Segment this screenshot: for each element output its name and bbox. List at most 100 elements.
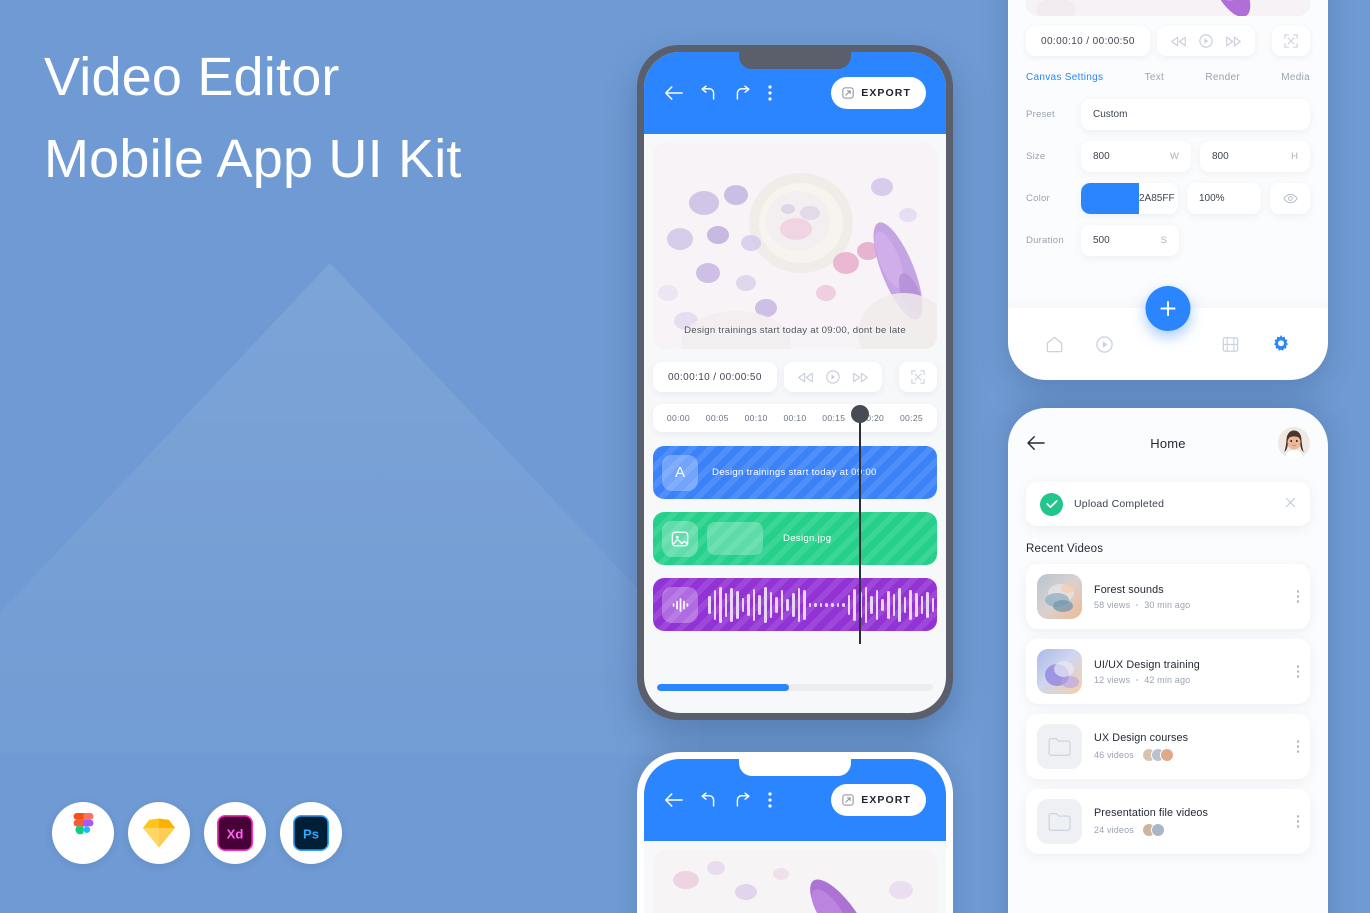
list-item[interactable]: Presentation file videos 24 videos — [1026, 789, 1310, 854]
redo-button[interactable] — [734, 85, 751, 101]
adobe-xd-icon: Xd — [217, 815, 253, 851]
canvas-fast-forward-button[interactable] — [1225, 36, 1242, 47]
color-field[interactable]: 2A85FF — [1081, 183, 1178, 214]
ruler-tick: 00:10 — [744, 413, 768, 423]
fullscreen-button[interactable] — [899, 362, 937, 392]
canvas-time-display: 00:00:10 / 00:00:50 — [1026, 26, 1150, 56]
width-unit: W — [1170, 151, 1179, 162]
item-menu-button[interactable] — [1296, 815, 1299, 828]
canvas-preview-thumbnail — [1026, 0, 1310, 16]
nav-settings-button[interactable] — [1271, 334, 1291, 354]
undo-icon — [701, 85, 715, 100]
home-back-button[interactable] — [1026, 435, 1046, 451]
toast-close-button[interactable] — [1285, 495, 1296, 513]
add-button[interactable] — [1145, 286, 1191, 331]
tab-render[interactable]: Render — [1205, 72, 1240, 83]
more-options-button-secondary[interactable] — [768, 792, 772, 808]
undo-icon — [701, 792, 715, 807]
more-options-button[interactable] — [768, 85, 772, 101]
tab-text[interactable]: Text — [1145, 72, 1165, 83]
arrow-left-icon — [664, 793, 683, 807]
meta-separator — [1136, 678, 1139, 681]
track-text-layer[interactable]: A Design trainings start today at 09:00 — [653, 446, 937, 499]
rewind-icon — [797, 372, 813, 382]
play-button[interactable] — [826, 370, 840, 384]
redo-button-secondary[interactable] — [734, 792, 751, 808]
export-button-secondary[interactable]: EXPORT — [831, 784, 926, 816]
export-icon — [842, 794, 854, 806]
export-label: EXPORT — [861, 87, 911, 99]
more-vertical-icon — [768, 85, 772, 101]
home-header: Home — [1008, 408, 1328, 478]
background-watermark — [0, 235, 720, 755]
export-label-secondary: EXPORT — [861, 794, 911, 806]
canvas-play-button[interactable] — [1199, 34, 1213, 48]
ruler-tick: 00:10 — [783, 413, 807, 423]
collaborator-avatars — [1141, 747, 1174, 762]
duration-field[interactable]: 500 S — [1081, 225, 1179, 256]
user-avatar-image — [1278, 427, 1310, 459]
item-menu-button[interactable] — [1296, 590, 1299, 603]
item-menu-button[interactable] — [1296, 740, 1299, 753]
video-preview[interactable]: Design trainings start today at 09:00, d… — [653, 143, 937, 349]
tab-media[interactable]: Media — [1281, 72, 1310, 83]
preset-select[interactable]: Custom — [1081, 99, 1310, 130]
visibility-toggle[interactable] — [1270, 183, 1310, 214]
canvas-preview-strip[interactable] — [1026, 0, 1310, 16]
fullscreen-icon — [911, 370, 925, 384]
nav-home-button[interactable] — [1045, 335, 1064, 354]
list-item[interactable]: Forest sounds 58 views 30 min ago — [1026, 564, 1310, 629]
width-field[interactable]: 800 W — [1081, 141, 1191, 172]
canvas-fullscreen-button[interactable] — [1272, 26, 1310, 56]
gradient-thumb-a — [1037, 574, 1082, 619]
arrow-left-icon — [664, 86, 683, 100]
timeline-ruler[interactable]: 00:00 00:05 00:10 00:10 00:15 00:20 00:2… — [653, 404, 937, 432]
nav-film-button[interactable] — [1221, 335, 1240, 354]
editor-progress-bar-wrap — [644, 661, 946, 713]
track-text-label: Design trainings start today at 09:00 — [712, 467, 877, 478]
timeline-playhead[interactable] — [851, 405, 869, 644]
video-preview-secondary[interactable] — [653, 850, 937, 913]
editor-screen-secondary: EXPORT — [644, 759, 946, 913]
app-format-badges: Xd Ps — [52, 802, 342, 864]
track-audio-layer[interactable] — [653, 578, 937, 631]
color-swatch[interactable] — [1081, 183, 1139, 214]
avatar[interactable] — [1278, 427, 1310, 459]
tab-canvas-settings[interactable]: Canvas Settings — [1026, 72, 1103, 83]
duration-label: Duration — [1026, 235, 1064, 246]
back-button[interactable] — [664, 85, 683, 101]
ruler-tick: 00:25 — [899, 413, 923, 423]
editor-screen: EXPORT Design trainings start today at 0… — [644, 52, 946, 713]
rewind-button[interactable] — [797, 372, 814, 383]
fast-forward-button[interactable] — [852, 372, 869, 383]
item-menu-button[interactable] — [1296, 665, 1299, 678]
collaborator-avatars — [1141, 822, 1165, 837]
close-icon — [1285, 497, 1296, 508]
list-item[interactable]: UX Design courses 46 videos — [1026, 714, 1310, 779]
play-circle-icon — [826, 370, 840, 384]
export-button[interactable]: EXPORT — [831, 77, 926, 109]
back-button-secondary[interactable] — [664, 792, 683, 808]
editor-progress-bar[interactable] — [657, 683, 933, 691]
video-title: UI/UX Design training — [1094, 658, 1200, 671]
fast-forward-icon — [1225, 36, 1241, 46]
list-item[interactable]: UI/UX Design training 12 views 42 min ag… — [1026, 639, 1310, 704]
height-field[interactable]: 800 H — [1200, 141, 1310, 172]
size-label: Size — [1026, 151, 1046, 162]
opacity-field[interactable]: 100% — [1187, 183, 1261, 214]
fast-forward-icon — [852, 372, 868, 382]
ruler-tick: 00:00 — [666, 413, 690, 423]
color-row: Color 2A85FF 100% — [1026, 183, 1310, 214]
video-thumbnail — [1037, 574, 1082, 619]
track-image-layer[interactable]: Design.jpg — [653, 512, 937, 565]
sketch-badge — [128, 802, 190, 864]
redo-icon — [736, 792, 750, 807]
undo-button-secondary[interactable] — [700, 792, 717, 808]
undo-button[interactable] — [700, 85, 717, 101]
time-display: 00:00:10 / 00:00:50 — [653, 362, 777, 392]
audio-wave-icon — [662, 586, 698, 623]
folder-count: 46 videos — [1094, 749, 1134, 760]
canvas-rewind-button[interactable] — [1170, 36, 1187, 47]
nav-play-button[interactable] — [1095, 335, 1114, 354]
playhead-handle[interactable] — [851, 405, 869, 423]
